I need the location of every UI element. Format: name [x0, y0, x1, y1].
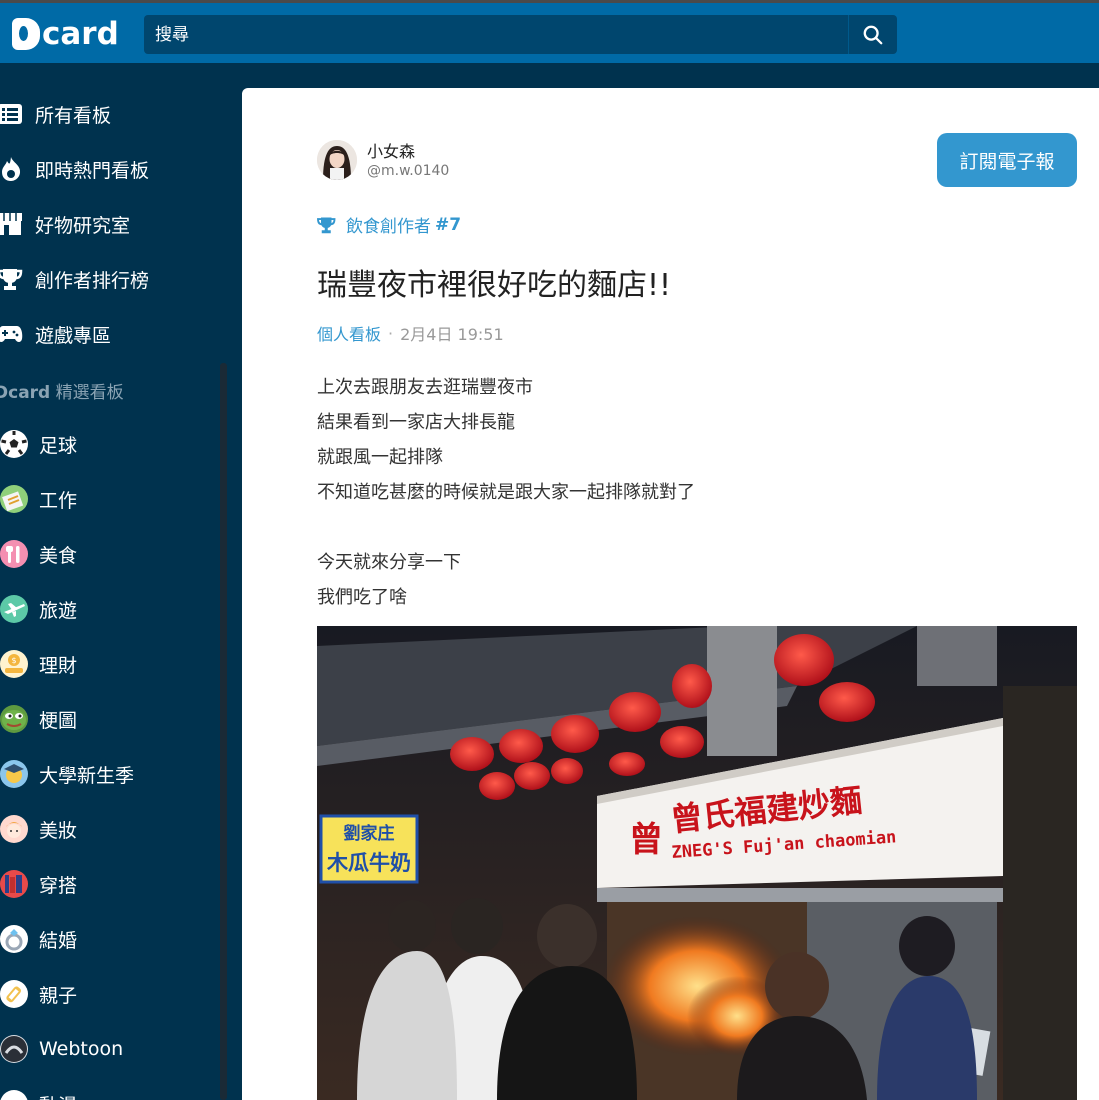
- sign-badge: 曾: [629, 820, 663, 860]
- gamepad-icon: [0, 321, 24, 347]
- sidebar-item-webtoon[interactable]: Webtoon: [0, 1029, 230, 1069]
- store-icon: [0, 211, 24, 237]
- sidebar-item-anime[interactable]: 動漫: [0, 1084, 230, 1100]
- sidebar-item-label: 遊戲專區: [35, 324, 112, 347]
- author-name[interactable]: 小女森: [367, 138, 415, 162]
- outfit-icon: [0, 870, 28, 898]
- sidebar-item-food[interactable]: 美食: [0, 534, 230, 574]
- makeup-icon: [0, 815, 28, 843]
- rank-number: #7: [435, 214, 462, 235]
- sidebar-item-label: 親子: [39, 984, 78, 1007]
- flame-icon: [0, 156, 24, 182]
- body-line: 就跟風一起排隊: [317, 447, 443, 468]
- section-brand: Dcard: [0, 383, 51, 403]
- sidebar-item-wedding[interactable]: 結婚: [0, 919, 230, 959]
- side-sign-main: 木瓜牛奶: [326, 851, 411, 875]
- utensils-icon: [0, 540, 28, 568]
- sidebar-item-label: 美食: [39, 544, 78, 567]
- featured-boards-heading: Dcard 精選看板: [0, 378, 124, 403]
- forum-link[interactable]: 個人看板: [317, 321, 381, 345]
- sidebar-item-label: 大學新生季: [39, 764, 135, 787]
- sidebar-item-travel[interactable]: 旅遊: [0, 589, 230, 629]
- sidebar-item-label: 所有看板: [35, 104, 112, 127]
- body-line: 我們吃了啥: [317, 587, 407, 608]
- search-button[interactable]: [848, 15, 897, 54]
- money-icon: $: [0, 650, 28, 678]
- sidebar-item-creator-ranking[interactable]: 創作者排行榜: [0, 259, 230, 299]
- subscribe-newsletter-button[interactable]: 訂閱電子報: [937, 133, 1077, 187]
- sidebar-item-label: 旅遊: [39, 599, 78, 622]
- post-timestamp: 2月4日 19:51: [400, 325, 504, 344]
- search-input[interactable]: [144, 15, 848, 54]
- post-photo[interactable]: 劉家庄 木瓜牛奶 曾 曾氏福建炒麵 ZNEG'S Fuj'an chaomian: [317, 626, 1077, 1100]
- search-bar: [144, 15, 897, 54]
- sidebar: 所有看板 即時熱門看板 好物研究室 創作者排行榜 遊戲專區 Dcard 精選看板…: [0, 88, 242, 1100]
- sidebar-item-soccer[interactable]: 足球: [0, 424, 230, 464]
- webtoon-icon: [0, 1035, 28, 1063]
- top-bar: card: [0, 0, 1099, 63]
- avatar[interactable]: [317, 140, 357, 180]
- sidebar-item-all-boards[interactable]: 所有看板: [0, 94, 230, 134]
- baby-bottle-icon: [0, 980, 28, 1008]
- airplane-icon: [0, 595, 28, 623]
- trophy-icon: [317, 217, 336, 233]
- body-line: 結果看到一家店大排長龍: [317, 412, 515, 433]
- sidebar-item-finance[interactable]: $ 理財: [0, 644, 230, 684]
- sidebar-item-label: 理財: [39, 654, 78, 677]
- sidebar-item-label: 結婚: [39, 929, 78, 952]
- work-icon: [0, 485, 28, 513]
- post-card: 小女森 @m.w.0140 訂閱電子報 飲食創作者 #7 瑞豐夜市裡很好吃的麵店…: [242, 88, 1099, 1100]
- sidebar-item-parenting[interactable]: 親子: [0, 974, 230, 1014]
- body-line: 今天就來分享一下: [317, 552, 461, 573]
- campus-icon: [0, 760, 28, 788]
- meta-separator: ·: [388, 323, 394, 343]
- sidebar-item-games[interactable]: 遊戲專區: [0, 314, 230, 354]
- post-title: 瑞豐夜市裡很好吃的麵店!!: [317, 268, 672, 303]
- sidebar-item-label: 梗圖: [39, 709, 78, 732]
- body-line: 上次去跟朋友去逛瑞豐夜市: [317, 377, 533, 398]
- sidebar-item-label: Webtoon: [39, 1038, 124, 1060]
- post-meta: 個人看板 · 2月4日 19:51: [317, 321, 504, 345]
- sidebar-item-goods-lab[interactable]: 好物研究室: [0, 204, 230, 244]
- sidebar-scrollbar[interactable]: [220, 363, 227, 1100]
- sidebar-item-label: 創作者排行榜: [35, 269, 150, 292]
- sidebar-item-trending[interactable]: 即時熱門看板: [0, 149, 230, 189]
- sidebar-item-makeup[interactable]: 美妝: [0, 809, 230, 849]
- rank-label: 飲食創作者: [346, 217, 431, 237]
- sidebar-item-freshman[interactable]: 大學新生季: [0, 754, 230, 794]
- frog-meme-icon: [0, 705, 28, 733]
- anime-icon: [0, 1090, 28, 1100]
- dcard-logo[interactable]: card: [12, 15, 119, 53]
- nav-band: [0, 63, 1099, 88]
- sidebar-item-outfit[interactable]: 穿搭: [0, 864, 230, 904]
- soccer-ball-icon: [0, 430, 28, 458]
- post-body: 上次去跟朋友去逛瑞豐夜市 結果看到一家店大排長龍 就跟風一起排隊 不知道吃甚麼的…: [317, 370, 695, 615]
- side-sign-top: 劉家庄: [344, 823, 395, 844]
- sidebar-item-label: 即時熱門看板: [35, 159, 150, 182]
- sidebar-item-label: 美妝: [39, 819, 78, 842]
- logo-text: card: [42, 16, 119, 52]
- body-line: [317, 510, 695, 545]
- trophy-icon: [0, 266, 24, 292]
- creator-rank-badge[interactable]: 飲食創作者 #7: [317, 212, 461, 237]
- sidebar-item-work[interactable]: 工作: [0, 479, 230, 519]
- sidebar-item-label: 好物研究室: [35, 214, 131, 237]
- sidebar-item-label: 工作: [39, 489, 78, 512]
- sidebar-item-label: 穿搭: [39, 874, 78, 897]
- author-handle: @m.w.0140: [367, 163, 450, 179]
- body-line: 不知道吃甚麼的時候就是跟大家一起排隊就對了: [317, 482, 695, 503]
- sidebar-item-meme[interactable]: 梗圖: [0, 699, 230, 739]
- logo-mark-icon: [12, 18, 40, 50]
- list-icon: [0, 101, 24, 127]
- sidebar-item-label: 動漫: [39, 1091, 77, 1100]
- svg-text:$: $: [11, 656, 16, 665]
- search-icon: [863, 25, 883, 44]
- ring-icon: [0, 925, 28, 953]
- section-label: 精選看板: [55, 383, 124, 403]
- sidebar-item-label: 足球: [39, 434, 78, 457]
